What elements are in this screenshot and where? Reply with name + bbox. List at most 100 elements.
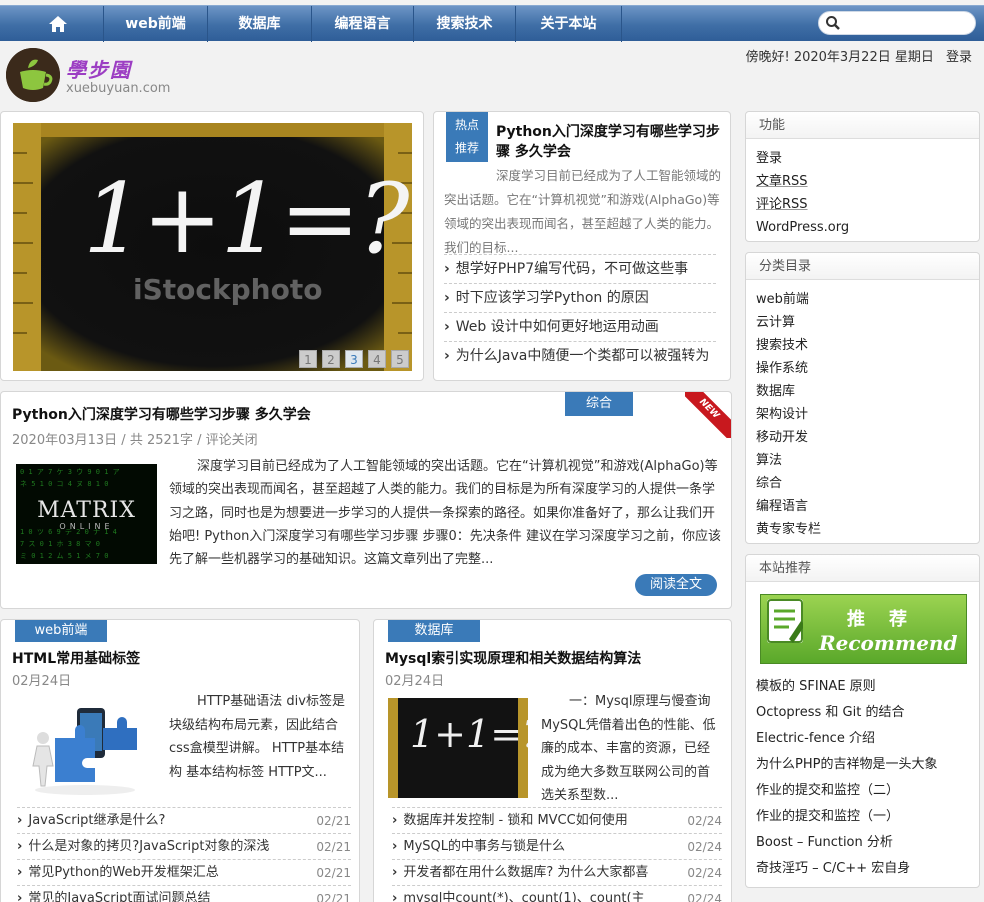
featured-thumbnail[interactable]: 0 1 ア 7 ケ 3 ウ 9 0 1 アネ 5 1 0 コ 4 ヌ 8 1 0…: [16, 464, 157, 564]
nav-item-web[interactable]: web前端: [104, 6, 208, 42]
list-item[interactable]: 数据库并发控制 - 锁和 MVCC如何使用 02/24: [392, 807, 722, 833]
recommend-item[interactable]: 奇技淫巧 – C/C++ 宏自身: [756, 856, 969, 882]
list-item-date: 02/21: [316, 840, 351, 854]
category-thumbnail[interactable]: 1+1=?: [388, 698, 528, 798]
sidebar-functions: 功能 登录 文章RSS 评论RSS WordPress.org: [745, 111, 980, 242]
recommend-item[interactable]: 作业的提交和监控（二）: [756, 778, 969, 804]
hot-article-excerpt: 深度学习目前已经成为了人工智能领域的突出话题。它在“计算机视觉”和游戏(Alph…: [444, 168, 722, 255]
new-ribbon: NEW: [685, 392, 731, 438]
list-item-title[interactable]: 开发者都在用什么数据库? 为什么大家都喜: [392, 860, 648, 885]
nav-item-programming[interactable]: 编程语言: [312, 6, 414, 42]
list-item-title[interactable]: MySQL的中事务与锁是什么: [392, 834, 565, 859]
list-item[interactable]: 常见的JavaScript面试问题总结 02/21: [17, 885, 351, 902]
recommend-item[interactable]: 作业的提交和监控（一）: [756, 804, 969, 830]
sidebar-heading: 分类目录: [746, 253, 979, 280]
slider-dot[interactable]: 2: [322, 350, 340, 368]
list-item-date: 02/24: [687, 840, 722, 854]
sidebar-link-wordpress[interactable]: WordPress.org: [756, 216, 969, 239]
category-badge[interactable]: 综合: [565, 392, 633, 416]
category-panel-database: 数据库 Mysql索引实现原理和相关数据结构算法 02月24日 1+1=? 一：…: [373, 619, 732, 902]
sidebar-category-item[interactable]: 移动开发: [756, 426, 969, 449]
sidebar-link-article-rss[interactable]: 文章RSS: [756, 170, 969, 193]
list-item-title[interactable]: JavaScript继承是什么?: [17, 808, 165, 833]
nav-item-database[interactable]: 数据库: [208, 6, 312, 42]
sidebar-link-comment-rss[interactable]: 评论RSS: [756, 193, 969, 216]
recommend-item[interactable]: 模板的 SFINAE 原则: [756, 674, 969, 700]
read-more-button[interactable]: 阅读全文: [635, 574, 717, 596]
list-item-title[interactable]: 常见Python的Web开发框架汇总: [17, 860, 218, 885]
list-item-date: 02/21: [316, 866, 351, 880]
list-item-title[interactable]: 常见的JavaScript面试问题总结: [17, 886, 210, 902]
list-item[interactable]: 想学好PHP7编写代码，不可做这些事: [444, 254, 716, 283]
list-item[interactable]: 为什么Java中随便一个类都可以被强转为: [444, 341, 716, 370]
site-logo[interactable]: 學步園 xuebuyuan.com: [6, 48, 176, 102]
thumb-subtitle: ONLINE: [59, 522, 114, 531]
svg-text:ミ 0 1 2 ム 5 1 メ 7 0: ミ 0 1 2 ム 5 1 メ 7 0: [20, 552, 108, 560]
list-item[interactable]: 常见Python的Web开发框架汇总 02/21: [17, 859, 351, 885]
featured-meta: 2020年03月13日 / 共 2521字 / 评论关闭: [12, 433, 258, 448]
nav-item-search-tech[interactable]: 搜索技术: [414, 6, 516, 42]
recommend-item[interactable]: Boost – Function 分析: [756, 830, 969, 856]
category-article-title[interactable]: HTML常用基础标签: [12, 648, 140, 668]
home-button[interactable]: [12, 6, 104, 42]
list-item[interactable]: MySQL的中事务与锁是什么 02/24: [392, 833, 722, 859]
slide-caption: 1+1=?: [83, 163, 409, 275]
list-item-title[interactable]: mysql中count(*)、count(1)、count(主: [392, 886, 644, 902]
top-nav: web前端 数据库 编程语言 搜索技术 关于本站: [0, 5, 984, 42]
list-item[interactable]: mysql中count(*)、count(1)、count(主 02/24: [392, 885, 722, 902]
sidebar-categories: 分类目录 web前端 云计算 搜索技术 操作系统 数据库 架构设计 移动开发 算…: [745, 252, 980, 544]
list-item[interactable]: 时下应该学习学Python 的原因: [444, 283, 716, 312]
image-slider: 1+1=? iStockphoto 1 2 3 4 5: [0, 111, 424, 381]
sidebar-category-item[interactable]: 数据库: [756, 380, 969, 403]
login-link[interactable]: 登录: [946, 50, 972, 65]
logo-emblem: [6, 48, 60, 102]
slide-image[interactable]: 1+1=? iStockphoto: [13, 123, 412, 371]
featured-title[interactable]: Python入门深度学习有哪些学习步骤 多久学会: [12, 404, 311, 424]
category-article-title[interactable]: Mysql索引实现原理和相关数据结构算法: [385, 648, 641, 668]
sidebar-heading: 本站推荐: [746, 555, 979, 582]
search-icon: [826, 16, 840, 30]
sidebar-category-item[interactable]: 黄专家专栏: [756, 518, 969, 541]
category-tag[interactable]: 数据库: [388, 620, 480, 642]
hot-list: 想学好PHP7编写代码，不可做这些事 时下应该学习学Python 的原因 Web…: [444, 254, 716, 370]
nav-item-about[interactable]: 关于本站: [516, 6, 622, 42]
logo-text: 學步園: [66, 58, 132, 82]
list-item[interactable]: JavaScript继承是什么? 02/21: [17, 807, 351, 833]
sidebar-category-item[interactable]: 搜索技术: [756, 334, 969, 357]
recommend-item[interactable]: 为什么PHP的吉祥物是一头大象: [756, 752, 969, 778]
slider-dot-active[interactable]: 3: [345, 350, 363, 368]
sidebar-category-item[interactable]: web前端: [756, 288, 969, 311]
list-item[interactable]: 什么是对象的拷贝?JavaScript对象的深浅 02/21: [17, 833, 351, 859]
list-item[interactable]: Web 设计中如何更好地运用动画: [444, 312, 716, 341]
slider-dot[interactable]: 4: [368, 350, 386, 368]
sidebar-category-item[interactable]: 综合: [756, 472, 969, 495]
category-panel-web: web前端 HTML常用基础标签 02月24日 HTTP基础语法 div标签是块…: [0, 619, 360, 902]
category-excerpt: HTTP基础语法 div标签是块级结构布局元素，因此结合css盒模型讲解。 HT…: [169, 694, 345, 780]
sidebar-category-item[interactable]: 操作系统: [756, 357, 969, 380]
category-tag[interactable]: web前端: [15, 620, 107, 642]
recommend-banner-cn: 推荐: [847, 609, 931, 630]
recommend-item[interactable]: Electric-fence 介绍: [756, 726, 969, 752]
category-thumbnail[interactable]: [15, 698, 155, 798]
svg-text:ネ 5 1 0 コ 4 ヌ 8 1 0: ネ 5 1 0 コ 4 ヌ 8 1 0: [20, 480, 108, 488]
slider-dot[interactable]: 5: [391, 350, 409, 368]
sidebar-category-item[interactable]: 云计算: [756, 311, 969, 334]
recommend-item[interactable]: Octopress 和 Git 的结合: [756, 700, 969, 726]
list-item-title[interactable]: 什么是对象的拷贝?JavaScript对象的深浅: [17, 834, 269, 859]
hot-article-title[interactable]: Python入门深度学习有哪些学习步骤 多久学会: [496, 122, 724, 162]
search-input[interactable]: [818, 11, 976, 35]
list-item-date: 02/21: [316, 892, 351, 902]
list-item[interactable]: 开发者都在用什么数据库? 为什么大家都喜 02/24: [392, 859, 722, 885]
list-item-date: 02/21: [316, 814, 351, 828]
sidebar-category-item[interactable]: 算法: [756, 449, 969, 472]
sidebar-link-login[interactable]: 登录: [756, 147, 969, 170]
slider-dot[interactable]: 1: [299, 350, 317, 368]
list-item-title[interactable]: 数据库并发控制 - 锁和 MVCC如何使用: [392, 808, 627, 833]
sidebar-category-item[interactable]: 架构设计: [756, 403, 969, 426]
logo-domain: xuebuyuan.com: [66, 81, 171, 96]
document-icon: [767, 599, 805, 643]
category-article-date: 02月24日: [12, 674, 72, 689]
sidebar-category-item[interactable]: 编程语言: [756, 495, 969, 518]
recommend-banner-en: Recommend: [819, 631, 958, 655]
hot-recommend-panel: 热点 推荐 Python入门深度学习有哪些学习步骤 多久学会 深度学习目前已经成…: [433, 111, 731, 381]
